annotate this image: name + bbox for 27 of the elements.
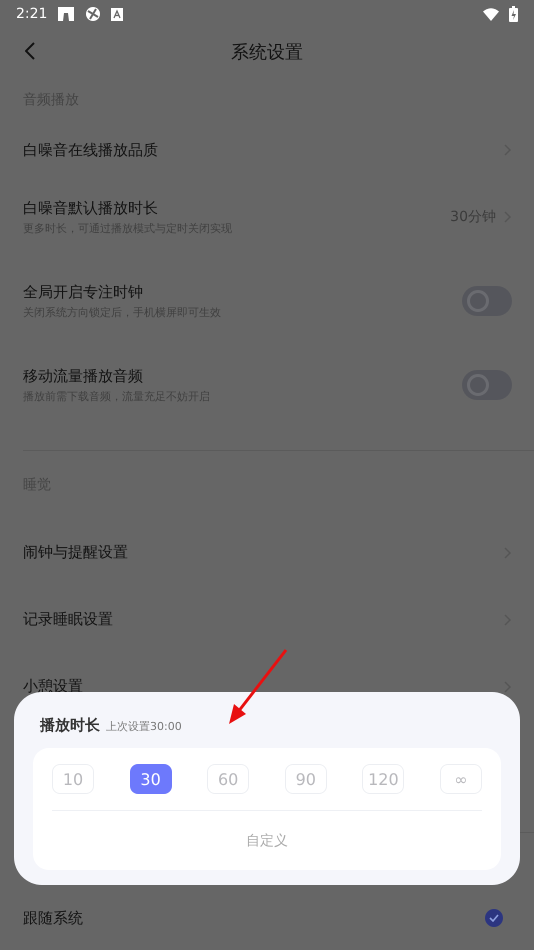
setting-title: 白噪音默认播放时长: [23, 198, 159, 218]
wifi-icon: [483, 8, 499, 20]
page-title: 系统设置: [231, 40, 303, 64]
setting-title: 移动流量播放音频: [23, 366, 144, 386]
battery-icon: [509, 6, 518, 22]
setting-title: 白噪音在线播放品质: [23, 140, 159, 160]
duration-option[interactable]: ∞: [440, 764, 482, 794]
setting-title: 全局开启专注时钟: [23, 282, 144, 302]
back-icon: [25, 42, 35, 60]
duration-option[interactable]: 10: [52, 764, 94, 794]
chevron-right-icon: [504, 680, 512, 692]
status-time: 2:21: [16, 6, 48, 22]
duration-option[interactable]: 90: [284, 764, 327, 794]
setting-title: 闹钟与提醒设置: [23, 543, 129, 562]
app-notification-icon: [57, 6, 76, 22]
duration-option[interactable]: 60: [207, 764, 250, 794]
sheet-title: 播放时长: [40, 716, 100, 735]
checkbox[interactable]: [485, 909, 503, 927]
duration-option[interactable]: 30: [130, 764, 172, 794]
app-notification-icon: [111, 8, 124, 20]
setting-title: 跟随系统: [23, 908, 84, 928]
sheet-hint: 上次设置30:00: [106, 719, 182, 734]
setting-title: 记录睡眠设置: [23, 610, 114, 629]
duration-option[interactable]: 120: [362, 764, 404, 794]
app-notification-icon: [85, 6, 102, 22]
custom-button[interactable]: 自定义: [52, 811, 482, 870]
check-icon: [489, 914, 499, 922]
